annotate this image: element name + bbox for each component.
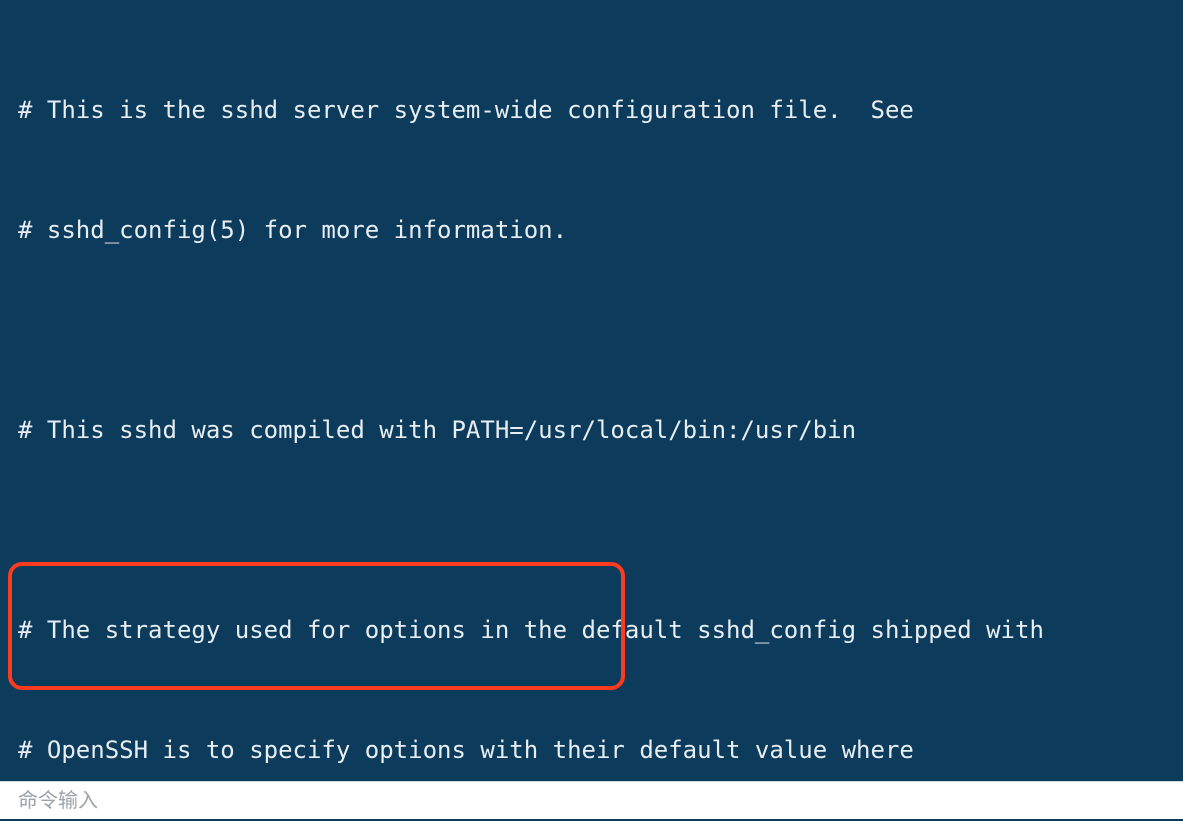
config-line: # OpenSSH is to specify options with the… [18,730,1183,770]
command-input-bar[interactable]: 命令输入 [0,781,1183,819]
config-line: # This is the sshd server system-wide co… [18,90,1183,130]
config-line: # sshd_config(5) for more information. [18,210,1183,250]
config-line: # The strategy used for options in the d… [18,610,1183,650]
terminal-viewport[interactable]: # This is the sshd server system-wide co… [0,0,1183,819]
config-line: # This sshd was compiled with PATH=/usr/… [18,410,1183,450]
command-input-placeholder: 命令输入 [18,781,98,821]
